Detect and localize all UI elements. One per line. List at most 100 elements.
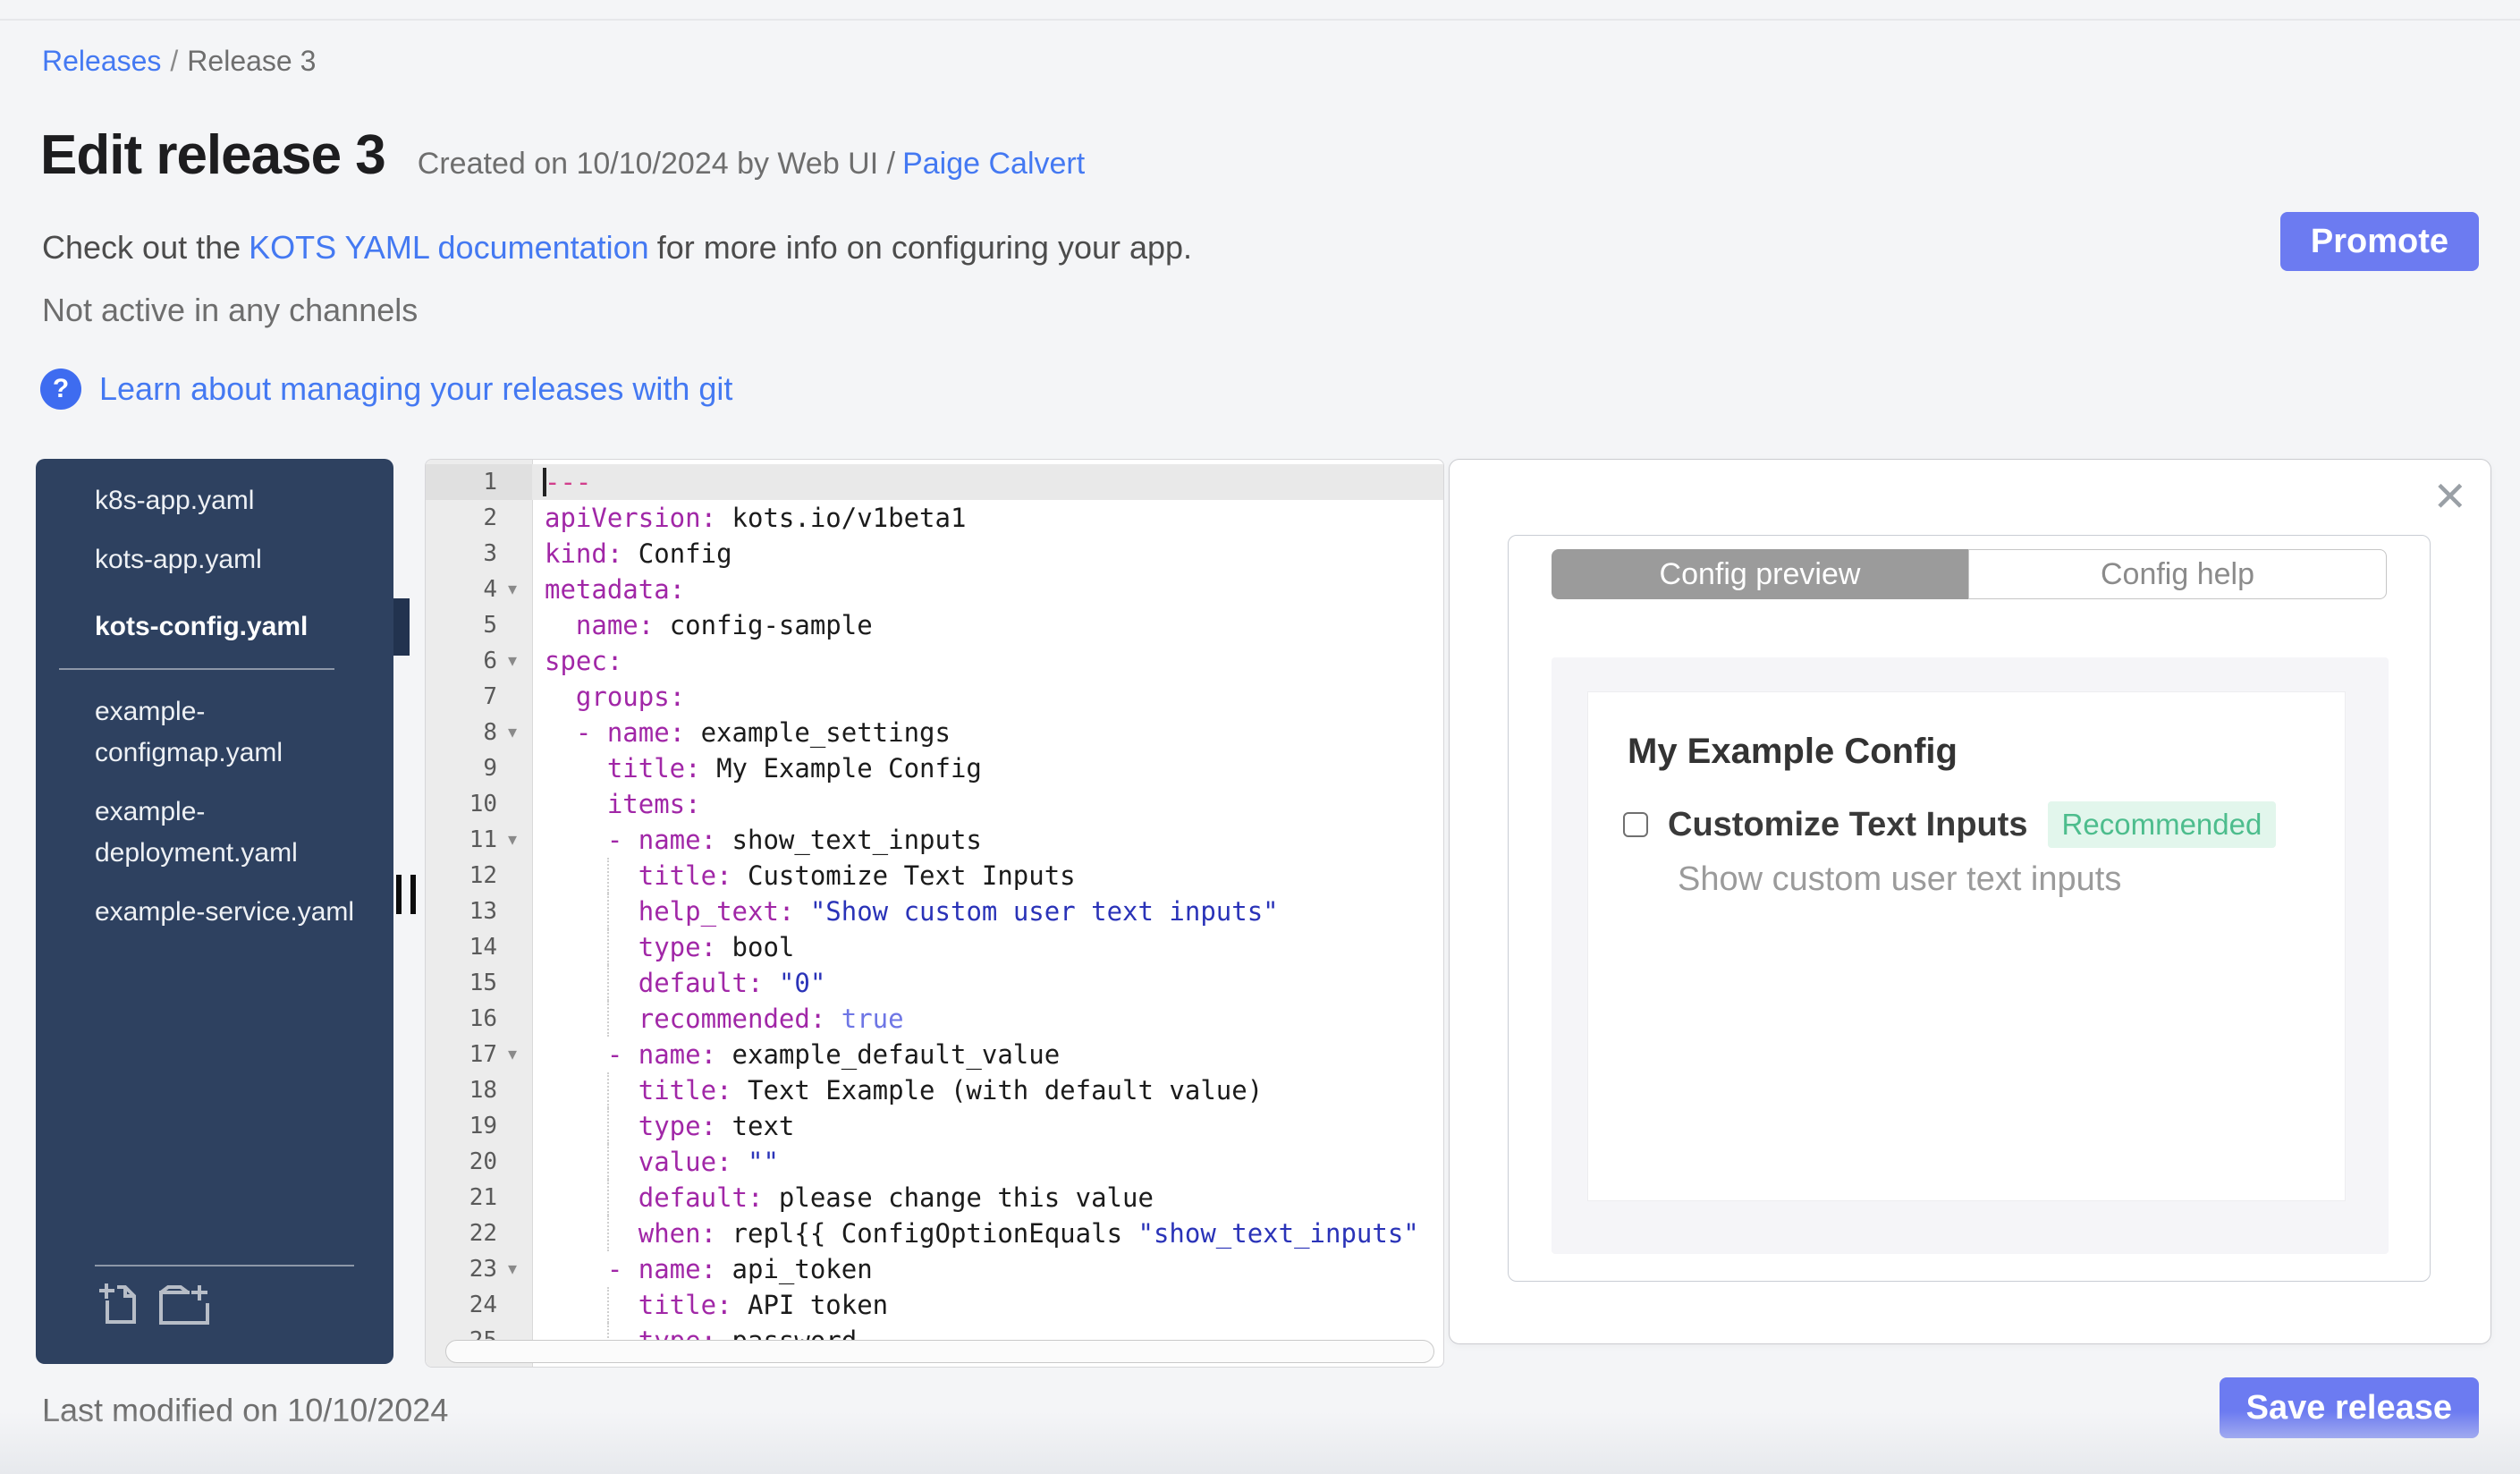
indent-guide xyxy=(606,1287,609,1323)
new-folder-button[interactable] xyxy=(159,1283,209,1328)
code-text[interactable]: - name: example_settings xyxy=(532,715,1443,750)
token-key: title: xyxy=(606,753,701,784)
token-pln xyxy=(545,1147,638,1177)
panel-resize-handle-left[interactable] xyxy=(396,875,419,914)
fold-arrow-icon[interactable]: ▾ xyxy=(497,822,528,858)
token-pln: Config xyxy=(622,538,732,569)
code-line-8[interactable]: 8 ▾ - name: example_settings xyxy=(426,715,1443,750)
promote-button[interactable]: Promote xyxy=(2279,212,2479,271)
code-text[interactable]: items: xyxy=(532,786,1443,822)
code-line-12[interactable]: 12 title: Customize Text Inputs xyxy=(426,858,1443,894)
file-item-kots-config.yaml[interactable]: kots-config.yaml xyxy=(91,598,410,656)
code-text[interactable]: default: please change this value xyxy=(532,1180,1443,1216)
token-pln: config-sample xyxy=(654,610,873,640)
code-text[interactable]: - name: example_default_value xyxy=(532,1037,1443,1072)
code-text[interactable]: name: config-sample xyxy=(532,607,1443,643)
file-item-kots-app.yaml[interactable]: kots-app.yaml xyxy=(95,539,374,580)
file-item-example-service.yaml[interactable]: example-service.yaml xyxy=(95,892,374,933)
breadcrumb: Releases / Release 3 xyxy=(42,45,316,78)
code-line-22[interactable]: 22 when: repl{{ ConfigOptionEquals "show… xyxy=(426,1216,1443,1251)
code-text[interactable]: title: My Example Config xyxy=(532,750,1443,786)
new-file-button[interactable] xyxy=(98,1283,136,1328)
horizontal-scrollbar[interactable] xyxy=(445,1340,1434,1363)
code-line-24[interactable]: 24 title: API token xyxy=(426,1287,1443,1323)
code-line-17[interactable]: 17 ▾ - name: example_default_value xyxy=(426,1037,1443,1072)
code-line-19[interactable]: 19 type: text xyxy=(426,1108,1443,1144)
code-text[interactable]: spec: xyxy=(532,643,1443,679)
file-item-k8s-app.yaml[interactable]: k8s-app.yaml xyxy=(95,480,374,521)
code-line-11[interactable]: 11 ▾ - name: show_text_inputs xyxy=(426,822,1443,858)
tab-config-help[interactable]: Config help xyxy=(1968,549,2387,599)
code-line-9[interactable]: 9 title: My Example Config xyxy=(426,750,1443,786)
code-line-13[interactable]: 13 help_text: "Show custom user text inp… xyxy=(426,894,1443,929)
fold-arrow-icon[interactable]: ▾ xyxy=(497,715,528,750)
code-text[interactable]: default: "0" xyxy=(532,965,1443,1001)
code-text[interactable]: apiVersion: kots.io/v1beta1 xyxy=(532,500,1443,536)
token-pln: example_settings xyxy=(685,717,951,748)
yaml-code-editor[interactable]: 1 --- 2 apiVersion: kots.io/v1beta1 3 kind: C… xyxy=(425,459,1444,1368)
breadcrumb-separator: / xyxy=(170,45,179,77)
breadcrumb-releases-link[interactable]: Releases xyxy=(42,45,161,77)
code-text[interactable]: title: Customize Text Inputs xyxy=(532,858,1443,894)
code-text[interactable]: title: API token xyxy=(532,1287,1443,1323)
token-str: "show_text_inputs" xyxy=(1137,1218,1419,1249)
token-key: - name: xyxy=(606,1254,717,1284)
token-pln xyxy=(545,610,576,640)
token-pln: example_default_value xyxy=(716,1039,1061,1070)
file-item-example-configmap.yaml[interactable]: example-configmap.yaml xyxy=(95,691,374,774)
code-line-23[interactable]: 23 ▾ - name: api_token xyxy=(426,1251,1443,1287)
gutter-cell: 8 ▾ xyxy=(426,715,532,750)
code-line-16[interactable]: 16 recommended: true xyxy=(426,1001,1443,1037)
code-text[interactable]: groups: xyxy=(532,679,1443,715)
fold-arrow-icon[interactable]: ▾ xyxy=(497,572,528,607)
code-line-2[interactable]: 2 apiVersion: kots.io/v1beta1 xyxy=(426,500,1443,536)
code-text[interactable]: type: text xyxy=(532,1108,1443,1144)
token-pln: My Example Config xyxy=(700,753,982,784)
config-card: My Example Config Customize Text Inputs … xyxy=(1587,691,2346,1201)
close-icon[interactable]: ✕ xyxy=(2432,472,2467,521)
code-line-21[interactable]: 21 default: please change this value xyxy=(426,1180,1443,1216)
code-line-3[interactable]: 3 kind: Config xyxy=(426,536,1443,572)
git-help-link[interactable]: Learn about managing your releases with … xyxy=(99,370,732,408)
line-number: 12 xyxy=(469,862,497,889)
code-line-4[interactable]: 4 ▾ metadata: xyxy=(426,572,1443,607)
code-line-6[interactable]: 6 ▾ spec: xyxy=(426,643,1443,679)
code-text[interactable]: - name: show_text_inputs xyxy=(532,822,1443,858)
gutter-cell: 6 ▾ xyxy=(426,643,532,679)
code-text[interactable]: --- xyxy=(532,464,1443,500)
author-link[interactable]: Paige Calvert xyxy=(902,147,1085,181)
customize-text-inputs-checkbox[interactable] xyxy=(1623,812,1648,837)
token-pln: show_text_inputs xyxy=(716,825,982,855)
fold-arrow-icon[interactable]: ▾ xyxy=(497,643,528,679)
code-text[interactable]: - name: api_token xyxy=(532,1251,1443,1287)
code-text[interactable]: recommended: true xyxy=(532,1001,1443,1037)
file-item-example-deployment.yaml[interactable]: example-deployment.yaml xyxy=(95,792,374,874)
code-text[interactable]: type: bool xyxy=(532,929,1443,965)
code-text[interactable]: title: Text Example (with default value) xyxy=(532,1072,1443,1108)
fold-arrow-icon[interactable]: ▾ xyxy=(497,1037,528,1072)
kots-docs-link[interactable]: KOTS YAML documentation xyxy=(249,229,649,266)
token-pln: api_token xyxy=(716,1254,873,1284)
code-text[interactable]: kind: Config xyxy=(532,536,1443,572)
indent-guide xyxy=(606,894,609,929)
code-line-20[interactable]: 20 value: "" xyxy=(426,1144,1443,1180)
code-line-18[interactable]: 18 title: Text Example (with default val… xyxy=(426,1072,1443,1108)
token-pln xyxy=(732,1147,748,1177)
token-pln: please change this value xyxy=(763,1182,1154,1213)
code-line-7[interactable]: 7 groups: xyxy=(426,679,1443,715)
code-line-5[interactable]: 5 name: config-sample xyxy=(426,607,1443,643)
code-line-10[interactable]: 10 items: xyxy=(426,786,1443,822)
code-line-1[interactable]: 1 --- xyxy=(426,464,1443,500)
tab-config-preview[interactable]: Config preview xyxy=(1552,549,1968,599)
code-line-15[interactable]: 15 default: "0" xyxy=(426,965,1443,1001)
token-key: kind: xyxy=(545,538,623,569)
config-preview-area: My Example Config Customize Text Inputs … xyxy=(1552,657,2389,1254)
code-text[interactable]: help_text: "Show custom user text inputs… xyxy=(532,894,1443,929)
fold-arrow-icon[interactable]: ▾ xyxy=(497,1251,528,1287)
code-text[interactable]: value: "" xyxy=(532,1144,1443,1180)
code-line-14[interactable]: 14 type: bool xyxy=(426,929,1443,965)
code-text[interactable]: metadata: xyxy=(532,572,1443,607)
code-text[interactable]: when: repl{{ ConfigOptionEquals "show_te… xyxy=(532,1216,1443,1251)
line-number: 18 xyxy=(469,1077,497,1104)
